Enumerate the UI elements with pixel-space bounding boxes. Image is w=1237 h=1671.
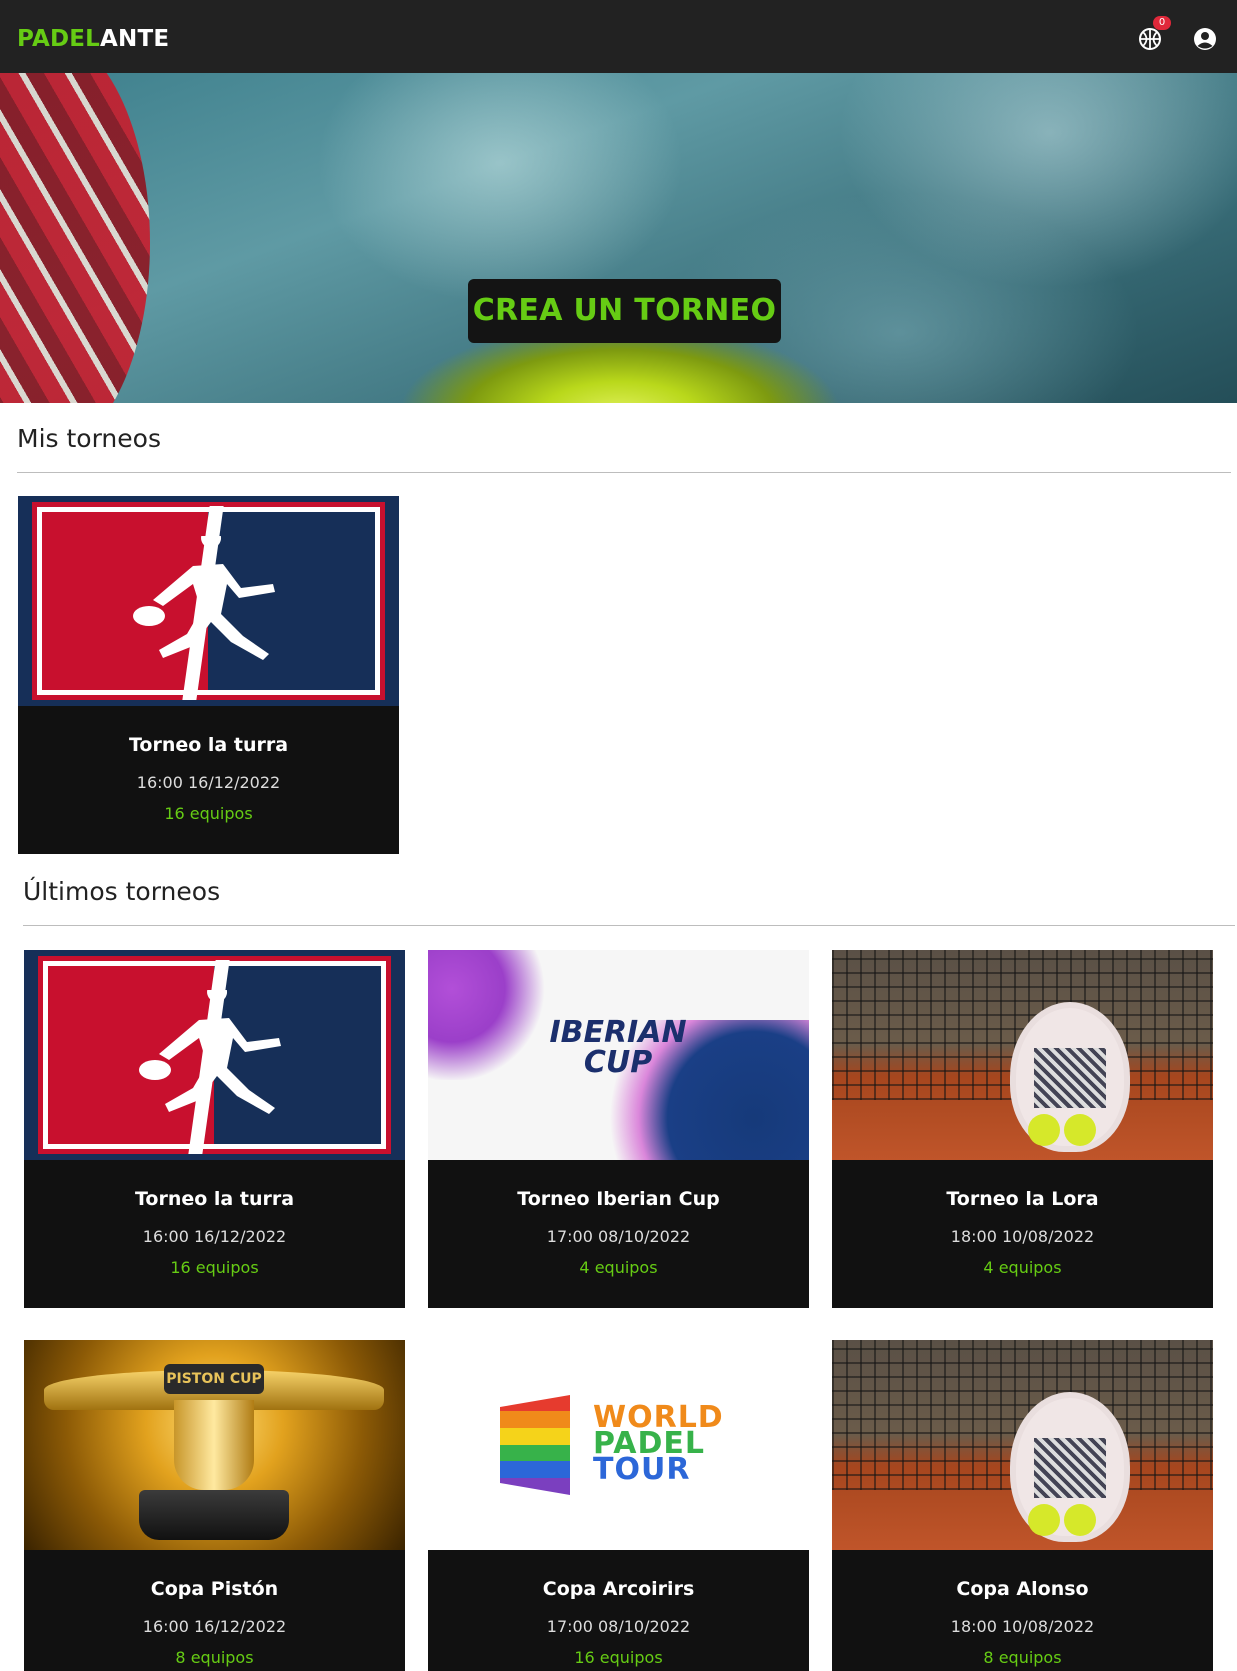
tournament-datetime: 18:00 10/08/2022 xyxy=(950,1617,1095,1636)
tournament-name: Copa Alonso xyxy=(956,1578,1089,1600)
tournament-teams: 16 equipos xyxy=(164,804,253,823)
tournament-card[interactable]: WORLD PADEL TOUR Copa Arcoirirs 17:00 08… xyxy=(428,1340,809,1671)
create-tournament-button[interactable]: CREA UN TORNEO xyxy=(468,279,781,343)
hero-banner: CREA UN TORNEO xyxy=(0,73,1237,403)
tournament-datetime: 16:00 16/12/2022 xyxy=(142,1227,287,1246)
tournament-card[interactable]: Torneo la Lora 18:00 10/08/2022 4 equipo… xyxy=(832,950,1213,1308)
tournament-card[interactable]: PISTON CUP Copa Pistón 16:00 16/12/2022 … xyxy=(24,1340,405,1671)
card-info: Copa Alonso 18:00 10/08/2022 8 equipos xyxy=(832,1550,1213,1671)
basketball-icon[interactable] xyxy=(1138,27,1162,51)
tournament-teams: 4 equipos xyxy=(983,1258,1062,1277)
tournament-image-turra xyxy=(18,496,399,706)
tournament-datetime: 18:00 10/08/2022 xyxy=(950,1227,1095,1246)
tournament-image-court xyxy=(832,1340,1213,1550)
card-info: Torneo la turra 16:00 16/12/2022 16 equi… xyxy=(24,1160,405,1308)
tournament-datetime: 16:00 16/12/2022 xyxy=(142,1617,287,1636)
tournament-name: Copa Pistón xyxy=(150,1578,279,1600)
tournament-card[interactable]: Copa Alonso 18:00 10/08/2022 8 equipos xyxy=(832,1340,1213,1671)
tournament-image-world-padel-tour: WORLD PADEL TOUR xyxy=(428,1340,809,1550)
tournament-card[interactable]: IBERIAN CUP Torneo Iberian Cup 17:00 08/… xyxy=(428,950,809,1308)
piston-cup-logo: PISTON CUP xyxy=(164,1364,264,1394)
iberian-cup-logo: IBERIAN CUP xyxy=(549,1015,687,1080)
tournament-name: Torneo la turra xyxy=(134,1188,295,1210)
world-padel-tour-logo: WORLD PADEL TOUR xyxy=(593,1400,724,1487)
hero-racket-image xyxy=(0,73,150,403)
section-title-my-tournaments: Mis torneos xyxy=(17,424,161,453)
logo-part-ante: ANTE xyxy=(100,26,170,52)
tournament-teams: 16 equipos xyxy=(170,1258,259,1277)
tournament-name: Torneo la Lora xyxy=(946,1188,1099,1210)
section-divider xyxy=(17,472,1231,473)
tournament-datetime: 17:00 08/10/2022 xyxy=(546,1227,691,1246)
tournament-image-turra xyxy=(24,950,405,1160)
tournament-teams: 16 equipos xyxy=(574,1648,663,1667)
card-info: Torneo Iberian Cup 17:00 08/10/2022 4 eq… xyxy=(428,1160,809,1308)
tournament-image-iberian-cup: IBERIAN CUP xyxy=(428,950,809,1160)
card-info: Copa Arcoirirs 17:00 08/10/2022 16 equip… xyxy=(428,1550,809,1671)
tournament-teams: 4 equipos xyxy=(579,1258,658,1277)
section-title-latest-tournaments: Últimos torneos xyxy=(23,877,221,906)
app-logo[interactable]: PADELANTE xyxy=(17,26,169,52)
tournament-card[interactable]: Torneo la turra 16:00 16/12/2022 16 equi… xyxy=(24,950,405,1308)
card-info: Copa Pistón 16:00 16/12/2022 8 equipos xyxy=(24,1550,405,1671)
card-info: Torneo la Lora 18:00 10/08/2022 4 equipo… xyxy=(832,1160,1213,1308)
user-circle-icon[interactable] xyxy=(1193,27,1217,51)
tournament-teams: 8 equipos xyxy=(983,1648,1062,1667)
tournament-name: Torneo Iberian Cup xyxy=(517,1188,720,1210)
section-divider xyxy=(23,925,1235,926)
logo-part-padel: PADEL xyxy=(17,26,101,52)
my-tournament-card[interactable]: Torneo la turra 16:00 16/12/2022 16 equi… xyxy=(18,496,399,854)
player-silhouette-icon xyxy=(133,536,275,660)
tournament-image-piston-cup: PISTON CUP xyxy=(24,1340,405,1550)
navbar: PADELANTE 0 xyxy=(0,0,1237,73)
tournament-name: Copa Arcoirirs xyxy=(542,1578,695,1600)
player-silhouette-icon xyxy=(139,990,281,1114)
notification-badge: 0 xyxy=(1153,16,1171,30)
card-info: Torneo la turra 16:00 16/12/2022 16 equi… xyxy=(18,706,399,854)
tournament-teams: 8 equipos xyxy=(175,1648,254,1667)
tournament-datetime: 17:00 08/10/2022 xyxy=(546,1617,691,1636)
tournament-name: Torneo la turra xyxy=(128,734,289,756)
tournament-datetime: 16:00 16/12/2022 xyxy=(136,773,281,792)
tournament-image-court xyxy=(832,950,1213,1160)
